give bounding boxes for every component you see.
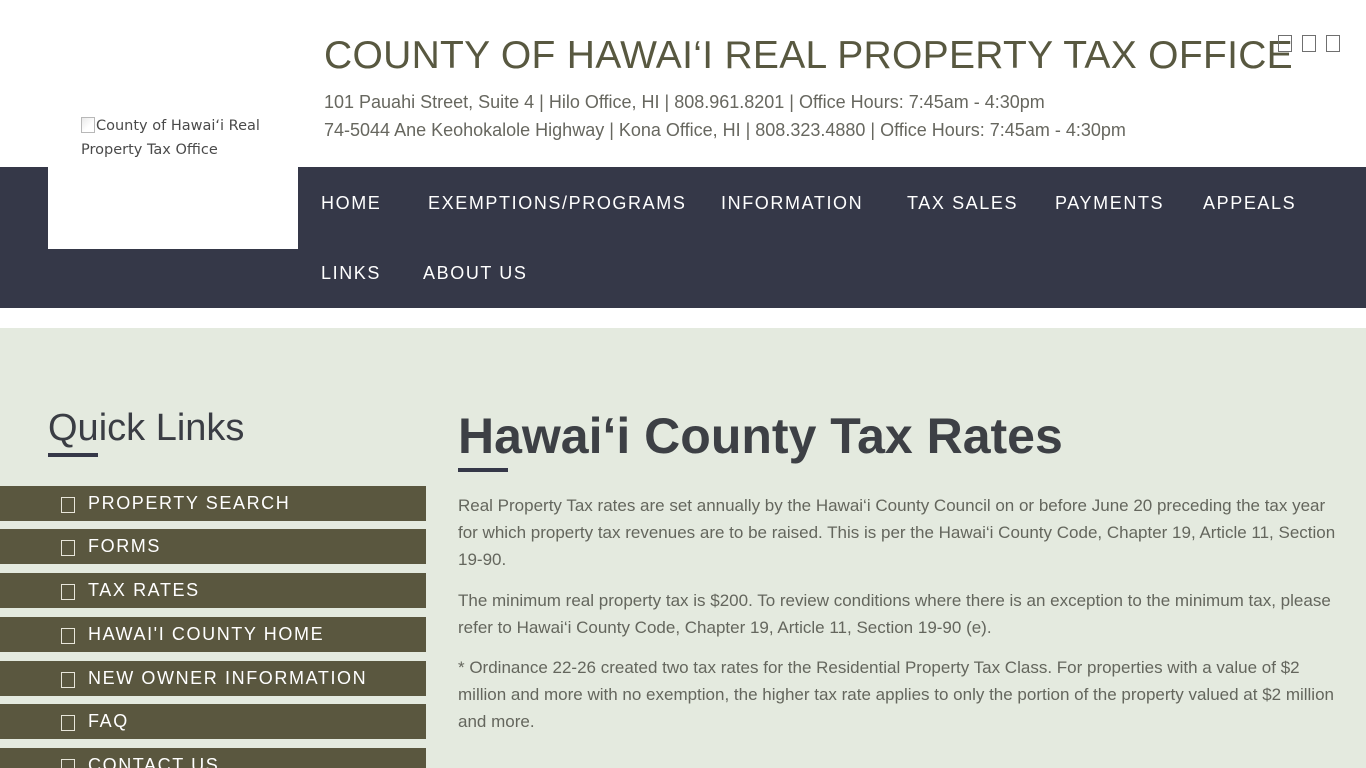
kona-office-address: 74-5044 Ane Keohokalole Highway | Kona O… <box>324 120 1126 140</box>
paragraph: The minimum real property tax is $200. T… <box>458 591 1331 637</box>
logo[interactable]: County of Hawai‘i Real Property Tax Offi… <box>81 114 281 162</box>
quick-link-forms[interactable]: FORMS <box>0 529 426 564</box>
quick-link-label: NEW OWNER INFORMATION <box>88 668 368 688</box>
logo-container[interactable]: County of Hawai‘i Real Property Tax Offi… <box>48 0 298 249</box>
social-icon[interactable] <box>1326 35 1340 52</box>
hilo-office-address: 101 Pauahi Street, Suite 4 | Hilo Office… <box>324 92 1045 112</box>
social-icon[interactable] <box>1278 35 1292 52</box>
quick-link-label: FORMS <box>88 536 161 556</box>
quick-link-label: FAQ <box>88 711 129 731</box>
nav-about-us[interactable]: ABOUT US <box>423 263 528 284</box>
quick-link-label: CONTACT US <box>88 755 220 768</box>
quick-link-county-home[interactable]: HAWAI'I COUNTY HOME <box>0 617 426 652</box>
nav-information[interactable]: INFORMATION <box>721 193 863 214</box>
quick-link-label: HAWAI'I COUNTY HOME <box>88 624 325 644</box>
site-title[interactable]: COUNTY OF HAWAI‘I REAL PROPERTY TAX OFFI… <box>324 33 1293 79</box>
square-icon <box>61 540 75 556</box>
page-title: Hawai‘i County Tax Rates <box>458 408 1063 464</box>
broken-image-icon <box>81 117 95 133</box>
paragraph: Real Property Tax rates are set annually… <box>458 496 1336 569</box>
nav-home[interactable]: HOME <box>321 193 381 214</box>
quick-link-label: TAX RATES <box>88 580 200 600</box>
paragraph: * Ordinance 22-26 created two tax rates … <box>458 658 1334 731</box>
title-underline <box>458 468 508 472</box>
nav-appeals[interactable]: APPEALS <box>1203 193 1296 214</box>
square-icon <box>61 715 75 731</box>
quick-link-property-search[interactable]: PROPERTY SEARCH <box>0 486 426 521</box>
quick-links-heading: Quick Links <box>48 407 245 449</box>
quick-link-tax-rates[interactable]: TAX RATES <box>0 573 426 608</box>
social-icon[interactable] <box>1302 35 1316 52</box>
square-icon <box>61 497 75 513</box>
quick-link-faq[interactable]: FAQ <box>0 704 426 739</box>
square-icon <box>61 628 75 644</box>
square-icon <box>61 759 75 768</box>
quick-link-contact-us[interactable]: CONTACT US <box>0 748 426 768</box>
nav-tax-sales[interactable]: TAX SALES <box>907 193 1018 214</box>
logo-alt-text: County of Hawai‘i Real Property Tax Offi… <box>81 118 260 158</box>
nav-payments[interactable]: PAYMENTS <box>1055 193 1164 214</box>
quick-link-label: PROPERTY SEARCH <box>88 493 291 513</box>
quick-link-new-owner-information[interactable]: NEW OWNER INFORMATION <box>0 661 426 696</box>
square-icon <box>61 672 75 688</box>
square-icon <box>61 584 75 600</box>
nav-links[interactable]: LINKS <box>321 263 381 284</box>
heading-underline <box>48 453 98 457</box>
nav-exemptions-programs[interactable]: EXEMPTIONS/PROGRAMS <box>428 193 686 214</box>
